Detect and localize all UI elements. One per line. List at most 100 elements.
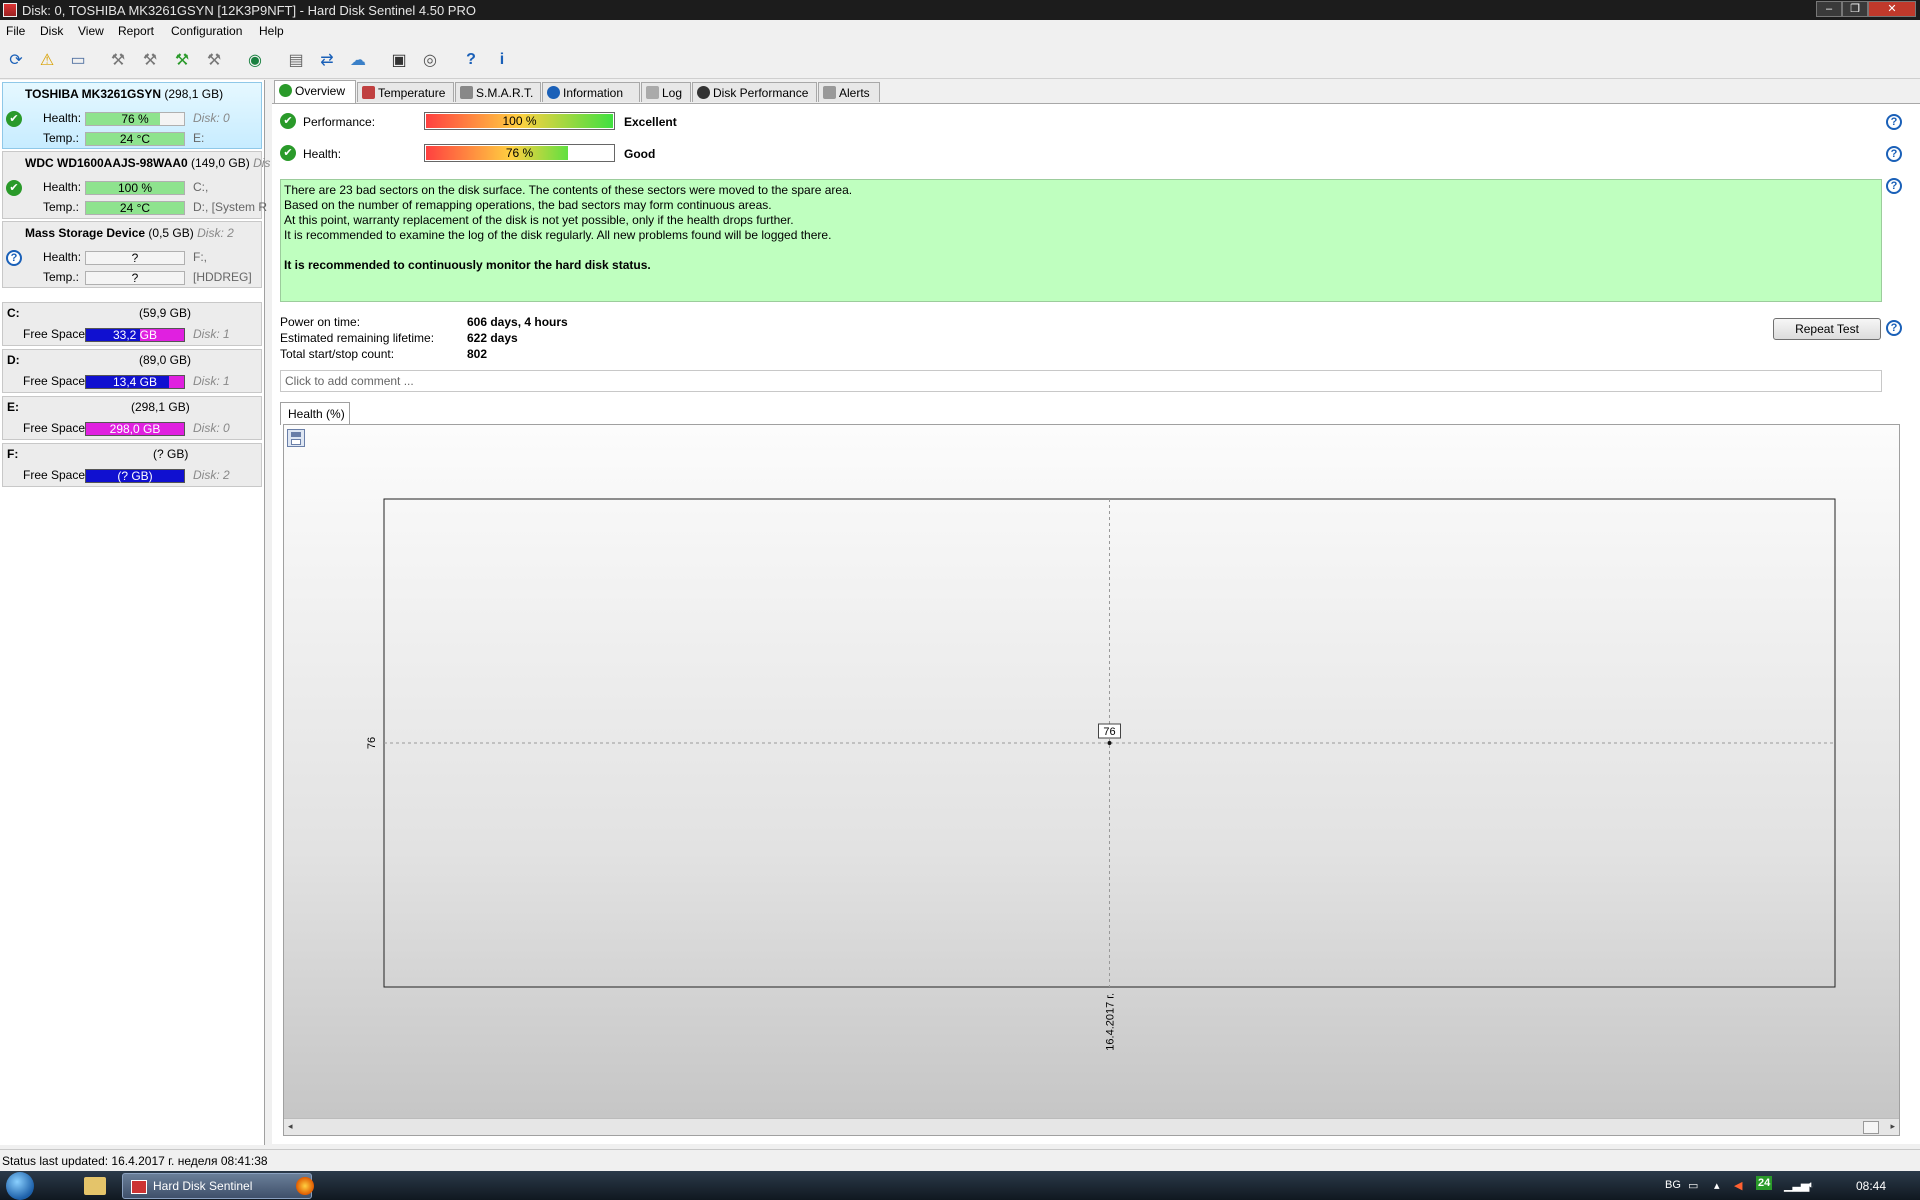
disk-info-icon[interactable]: ▭: [65, 47, 91, 73]
temp-bar: 24 °C: [85, 201, 185, 215]
help-icon[interactable]: ?: [1886, 320, 1902, 336]
menu-disk[interactable]: Disk: [40, 24, 63, 38]
power-on-label: Power on time:: [280, 315, 361, 329]
health-value: 100 %: [117, 181, 153, 195]
minimize-button[interactable]: –: [1816, 1, 1842, 17]
disk-card-1[interactable]: WDC WD1600AAJS-98WAA0 (149,0 GB) Dis ✔ H…: [2, 151, 270, 219]
disk-id: Disk: 0: [193, 111, 230, 125]
disk-card-2[interactable]: Mass Storage Device (0,5 GB) Disk: 2 ? H…: [2, 221, 262, 288]
network-icon[interactable]: ☁: [345, 47, 371, 73]
tab-label: Disk Performance: [713, 86, 809, 100]
comment-input[interactable]: Click to add comment ...: [280, 370, 1882, 392]
chart-horizontal-scrollbar[interactable]: ◂ ▸: [284, 1118, 1899, 1135]
scroll-left-icon[interactable]: ◂: [288, 1121, 293, 1132]
menu-report[interactable]: Report: [118, 24, 154, 38]
tab-information[interactable]: Information: [542, 82, 640, 102]
refresh-icon[interactable]: ⟳: [3, 47, 29, 73]
menu-file[interactable]: File: [6, 24, 25, 38]
volume-tray-icon[interactable]: ◀: [1734, 1179, 1742, 1192]
taskbar-item-label: Hard Disk Sentinel: [153, 1179, 253, 1193]
remaining-lifetime-value: 622 days: [467, 331, 518, 345]
close-button[interactable]: ✕: [1868, 1, 1916, 17]
help-icon[interactable]: ?: [1886, 178, 1902, 194]
network-signal-icon[interactable]: ▁▃▅: [1784, 1179, 1809, 1192]
tab-label: Log: [662, 86, 683, 100]
volume-card-f[interactable]: F: (? GB) Free Space (? GB) Disk: 2: [2, 443, 262, 487]
surface-test-icon[interactable]: ⚒: [137, 47, 163, 73]
message-line: At this point, warranty replacement of t…: [284, 213, 794, 227]
temp-label: Temp.:: [43, 200, 80, 214]
free-space-bar: 33,2 GB: [85, 328, 185, 342]
data-label: 76: [1103, 726, 1115, 738]
menu-view[interactable]: View: [78, 24, 104, 38]
volume-card-d[interactable]: D: (89,0 GB) Free Space 13,4 GB Disk: 1: [2, 349, 262, 393]
volume-disk: Disk: 1: [193, 327, 230, 341]
y-tick-label: 76: [366, 737, 378, 749]
tab-smart[interactable]: S.M.A.R.T.: [455, 82, 541, 102]
tab-label: S.M.A.R.T.: [476, 86, 534, 100]
taskbar-item-hard-disk-sentinel[interactable]: Hard Disk Sentinel: [122, 1173, 312, 1199]
health-ok-icon: ✔: [280, 145, 296, 161]
volume-card-c[interactable]: C: (59,9 GB) Free Space 33,2 GB Disk: 1: [2, 302, 262, 346]
help-icon[interactable]: ?: [1886, 146, 1902, 162]
free-space-bar: 13,4 GB: [85, 375, 185, 389]
tab-alerts[interactable]: Alerts: [818, 82, 880, 102]
report-icon[interactable]: ▤: [283, 47, 309, 73]
disk-card-0[interactable]: TOSHIBA MK3261GSYN (298,1 GB) ✔ Health: …: [2, 82, 262, 149]
smart-test-icon[interactable]: ⚒: [169, 47, 195, 73]
gauge-icon: [697, 86, 710, 99]
file-explorer-icon[interactable]: [84, 1177, 106, 1195]
free-space-label: Free Space: [23, 468, 86, 482]
tab-bar: Overview Temperature S.M.A.R.T. Informat…: [272, 80, 1920, 104]
keyboard-icon[interactable]: ▭: [1688, 1179, 1698, 1192]
tab-temperature[interactable]: Temperature: [357, 82, 454, 102]
health-chart-area: 76 16.4.2017 г. 76 ◂ ▸: [283, 424, 1900, 1136]
performance-icon[interactable]: ▣: [386, 47, 412, 73]
disk-name: WDC WD1600AAJS-98WAA0 (149,0 GB) Dis: [25, 156, 271, 170]
free-space-bar: 298,0 GB: [85, 422, 185, 436]
language-indicator[interactable]: BG: [1665, 1179, 1681, 1191]
tools-icon[interactable]: ⚒: [201, 47, 227, 73]
globe-icon[interactable]: ◉: [242, 47, 268, 73]
tab-label: Information: [563, 86, 624, 100]
volume-letter: D:: [7, 353, 20, 367]
free-space-label: Free Space: [23, 374, 86, 388]
help-icon[interactable]: ?: [458, 47, 484, 73]
tab-log[interactable]: Log: [641, 82, 691, 102]
performance-value: 100 %: [502, 114, 537, 128]
disk-test-icon[interactable]: ⚒: [105, 47, 131, 73]
chart-tab-health[interactable]: Health (%): [280, 402, 350, 425]
maximize-button[interactable]: ❐: [1842, 1, 1868, 17]
volume-letter: E:: [7, 400, 19, 414]
menu-help[interactable]: Help: [259, 24, 284, 38]
show-hidden-icons[interactable]: ▴: [1714, 1179, 1720, 1192]
start-stop-value: 802: [467, 347, 488, 361]
menu-configuration[interactable]: Configuration: [171, 24, 242, 38]
scroll-right-icon[interactable]: ▸: [1890, 1121, 1895, 1132]
start-button[interactable]: [6, 1172, 34, 1200]
about-icon[interactable]: i: [489, 47, 515, 73]
hds-tray-badge[interactable]: 24: [1756, 1176, 1773, 1190]
tab-overview[interactable]: Overview: [274, 80, 356, 104]
disk-id: F:,: [193, 250, 207, 264]
temp-value: 24 °C: [119, 201, 151, 215]
free-space-value: 13,4 GB: [112, 375, 158, 389]
health-label: Health:: [43, 111, 82, 125]
volume-card-e[interactable]: E: (298,1 GB) Free Space 298,0 GB Disk: …: [2, 396, 262, 440]
speaker-icon[interactable]: ◎: [417, 47, 443, 73]
firefox-icon[interactable]: [296, 1177, 314, 1195]
performance-ok-icon: ✔: [280, 113, 296, 129]
health-label: Health:: [43, 180, 82, 194]
volume-disk: Disk: 0: [193, 421, 230, 435]
tab-disk-performance[interactable]: Disk Performance: [692, 82, 817, 102]
health-value: ?: [131, 251, 139, 265]
repeat-test-button[interactable]: Repeat Test: [1773, 318, 1881, 340]
volume-size: (59,9 GB): [139, 306, 192, 320]
tab-label: Alerts: [839, 86, 870, 100]
sync-icon[interactable]: ⇄: [314, 47, 340, 73]
warning-icon[interactable]: ⚠: [34, 47, 60, 73]
help-icon[interactable]: ?: [1886, 114, 1902, 130]
speaker-icon[interactable]: ◐: [1808, 1179, 1815, 1191]
scrollbar-thumb[interactable]: [1863, 1121, 1879, 1134]
disk-list-panel: TOSHIBA MK3261GSYN (298,1 GB) ✔ Health: …: [0, 80, 270, 1145]
